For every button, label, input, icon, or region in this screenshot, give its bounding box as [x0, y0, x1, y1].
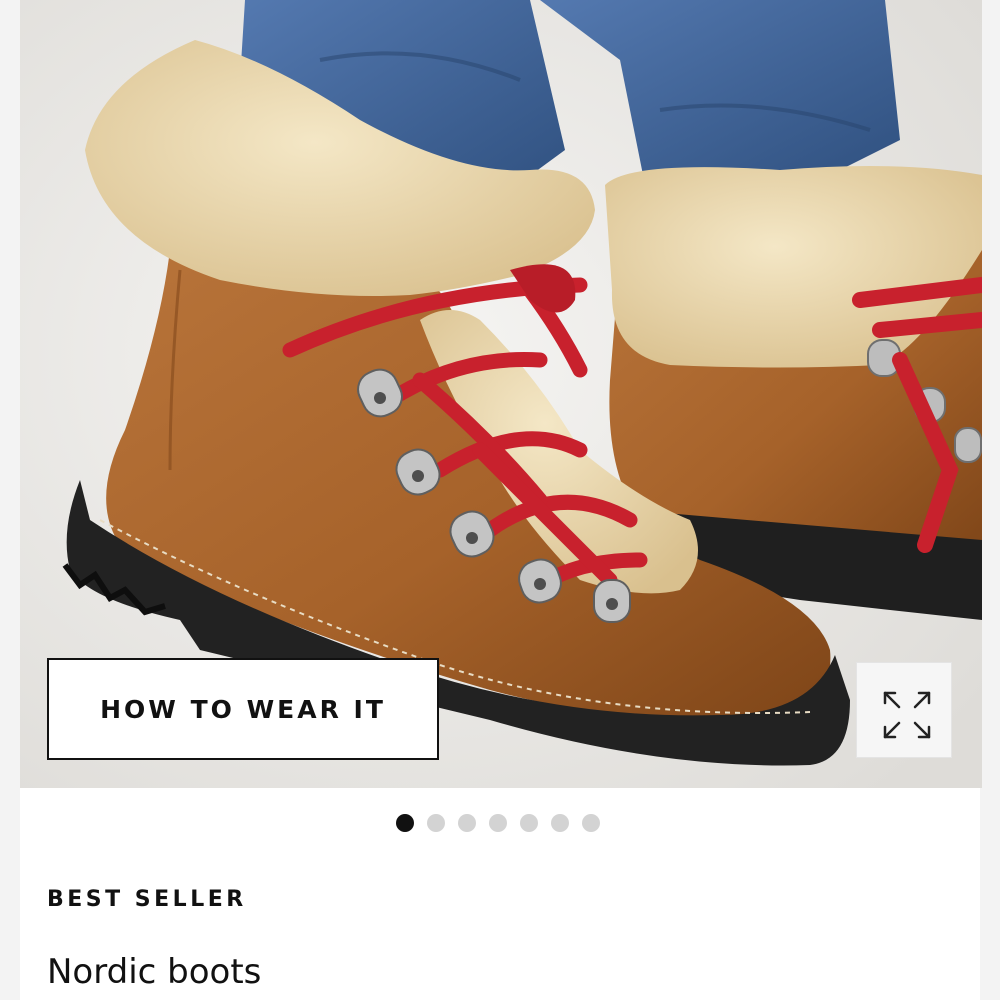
expand-arrows-icon	[883, 691, 931, 739]
carousel-dot-2[interactable]	[427, 814, 445, 832]
page-gutter-left	[0, 0, 20, 1000]
best-seller-badge: BEST SELLER	[47, 887, 247, 912]
carousel-dot-6[interactable]	[551, 814, 569, 832]
page-gutter-right	[980, 0, 1000, 1000]
product-title: Nordic boots	[47, 952, 262, 992]
carousel-dot-7[interactable]	[582, 814, 600, 832]
expand-image-button[interactable]	[856, 662, 952, 758]
carousel-dot-5[interactable]	[520, 814, 538, 832]
carousel-dot-3[interactable]	[458, 814, 476, 832]
carousel-dot-4[interactable]	[489, 814, 507, 832]
how-to-wear-button[interactable]: HOW TO WEAR IT	[47, 658, 439, 760]
carousel-pagination	[396, 814, 600, 834]
carousel-dot-1[interactable]	[396, 814, 414, 832]
